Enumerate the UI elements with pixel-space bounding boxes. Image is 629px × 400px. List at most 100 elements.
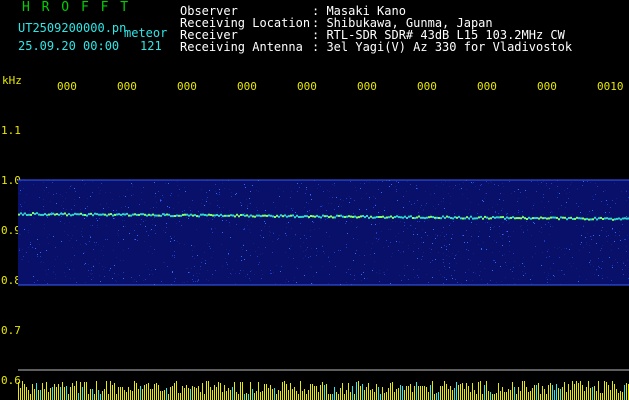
- carrier-segment: [230, 214, 232, 217]
- noise-speckle: [179, 189, 180, 190]
- noise-speckle: [626, 191, 627, 192]
- x-tick-label: 000: [237, 80, 257, 93]
- noise-speckle: [28, 261, 29, 262]
- noise-speckle: [71, 209, 72, 210]
- noise-speckle: [145, 220, 146, 221]
- noise-bar: [342, 383, 343, 400]
- noise-speckle: [227, 264, 228, 265]
- noise-speckle: [595, 183, 596, 184]
- noise-bar: [118, 387, 119, 400]
- noise-speckle: [109, 270, 110, 271]
- noise-speckle: [595, 221, 596, 222]
- noise-speckle: [21, 210, 22, 211]
- noise-speckle: [626, 190, 627, 191]
- noise-speckle: [76, 282, 77, 283]
- noise-speckle: [232, 269, 233, 270]
- noise-speckle: [170, 236, 171, 237]
- carrier-segment: [558, 218, 560, 221]
- noise-speckle: [383, 247, 384, 248]
- carrier-segment: [330, 215, 332, 218]
- noise-speckle: [384, 210, 385, 211]
- noise-speckle: [523, 231, 524, 232]
- noise-speckle: [156, 207, 157, 208]
- noise-speckle: [590, 236, 591, 237]
- noise-speckle: [534, 223, 535, 224]
- noise-speckle: [164, 213, 165, 214]
- noise-speckle: [418, 277, 419, 278]
- noise-speckle: [615, 259, 616, 260]
- noise-speckle: [411, 204, 412, 205]
- noise-speckle: [612, 200, 613, 201]
- carrier-segment: [192, 214, 194, 217]
- noise-bar: [618, 393, 619, 400]
- noise-speckle: [32, 247, 33, 248]
- carrier-segment: [434, 216, 436, 219]
- noise-speckle: [219, 192, 220, 193]
- carrier-segment: [452, 217, 454, 220]
- noise-speckle: [110, 268, 111, 269]
- noise-speckle: [583, 181, 584, 182]
- noise-bar: [308, 390, 309, 400]
- noise-speckle: [60, 194, 61, 195]
- carrier-segment: [496, 216, 498, 219]
- noise-bar: [76, 381, 77, 400]
- noise-bar: [468, 386, 469, 400]
- noise-speckle: [292, 210, 293, 211]
- noise-speckle: [492, 252, 493, 253]
- noise-speckle: [480, 271, 481, 272]
- noise-speckle: [241, 256, 242, 257]
- noise-speckle: [60, 221, 61, 222]
- noise-speckle: [543, 181, 544, 182]
- noise-speckle: [484, 198, 485, 199]
- noise-speckle: [523, 257, 524, 258]
- noise-speckle: [526, 221, 527, 222]
- noise-bar: [504, 392, 505, 400]
- noise-speckle: [535, 246, 536, 247]
- noise-bar: [328, 394, 329, 400]
- noise-speckle: [356, 190, 357, 191]
- noise-speckle: [567, 188, 568, 189]
- noise-bar: [626, 383, 627, 400]
- noise-speckle: [195, 281, 196, 282]
- carrier-segment: [462, 217, 464, 220]
- noise-speckle: [306, 187, 307, 188]
- carrier-segment: [132, 213, 134, 216]
- noise-speckle: [316, 217, 317, 218]
- noise-speckle: [369, 182, 370, 183]
- carrier-segment: [62, 213, 64, 216]
- noise-bar: [44, 389, 45, 400]
- noise-bar: [484, 385, 485, 400]
- x-tick-label: 000: [537, 80, 557, 93]
- noise-speckle: [493, 227, 494, 228]
- noise-speckle: [182, 282, 183, 283]
- noise-bar: [408, 386, 409, 400]
- noise-speckle: [466, 249, 467, 250]
- noise-bar: [392, 382, 393, 400]
- carrier-segment: [600, 216, 602, 219]
- noise-speckle: [283, 191, 284, 192]
- noise-speckle: [449, 181, 450, 182]
- noise-bar: [536, 385, 537, 400]
- noise-speckle: [113, 218, 114, 219]
- noise-speckle: [590, 260, 591, 261]
- noise-speckle: [46, 274, 47, 275]
- noise-speckle: [201, 189, 202, 190]
- noise-bar: [590, 388, 591, 400]
- noise-speckle: [580, 212, 581, 213]
- noise-bar: [482, 394, 483, 400]
- noise-speckle: [261, 278, 262, 279]
- noise-speckle: [222, 266, 223, 267]
- noise-speckle: [52, 182, 53, 183]
- carrier-segment: [472, 217, 474, 220]
- noise-bar: [218, 382, 219, 400]
- carrier-segment: [48, 213, 50, 216]
- noise-speckle: [247, 206, 248, 207]
- noise-speckle: [231, 274, 232, 275]
- noise-speckle: [411, 218, 412, 219]
- noise-speckle: [243, 270, 244, 271]
- noise-bar: [598, 381, 599, 400]
- noise-speckle: [217, 205, 218, 206]
- noise-speckle: [215, 228, 216, 229]
- carrier-segment: [370, 215, 372, 218]
- noise-speckle: [273, 202, 274, 203]
